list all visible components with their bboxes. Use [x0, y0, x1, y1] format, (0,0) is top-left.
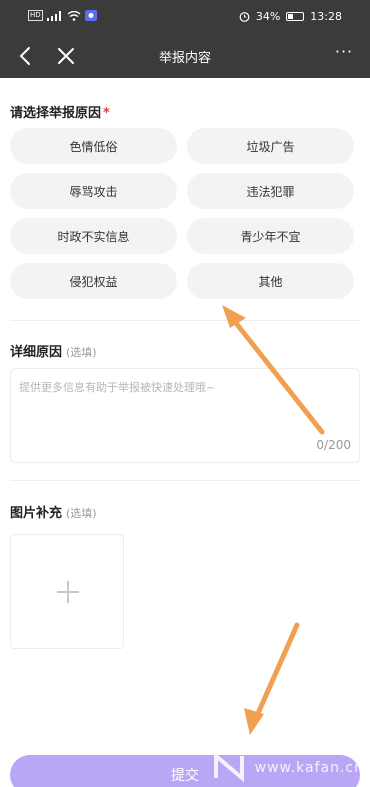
reason-option-abuse[interactable]: 辱骂攻击 — [10, 173, 177, 209]
reason-option-rights-infringement[interactable]: 侵犯权益 — [10, 263, 177, 299]
detail-section-title: 详细原因 (选填) — [10, 345, 97, 360]
page-title: 举报内容 — [158, 51, 211, 66]
battery-level-fill — [288, 14, 294, 19]
required-mark: * — [103, 106, 110, 121]
optional-hint: (选填) — [66, 507, 97, 520]
section-divider — [10, 480, 360, 481]
add-image-button[interactable] — [10, 534, 124, 649]
reason-options: 色情低俗 垃圾广告 辱骂攻击 违法犯罪 时政不实信息 青少年不宜 侵犯权益 其他 — [10, 128, 355, 299]
battery-icon — [286, 12, 305, 21]
battery-percent: 34% — [255, 10, 281, 23]
reason-option-porn[interactable]: 色情低俗 — [10, 128, 177, 164]
signal-icon — [46, 10, 61, 21]
reason-option-false-political-info[interactable]: 时政不实信息 — [10, 218, 177, 254]
clock: 13:28 — [310, 10, 342, 23]
textarea-placeholder: 提供更多信息有助于举报被快速处理哦~ — [19, 381, 216, 394]
app-notification-icon — [84, 10, 97, 21]
char-counter: 0/200 — [316, 438, 351, 452]
reason-option-spam[interactable]: 垃圾广告 — [187, 128, 354, 164]
watermark-text: www.kafan.cn — [254, 760, 364, 776]
annotation-arrow-down — [244, 622, 300, 735]
reason-option-illegal[interactable]: 违法犯罪 — [187, 173, 354, 209]
section-divider — [10, 320, 360, 321]
wifi-icon — [67, 10, 81, 21]
status-bar: HD 34% 13:28 — [0, 0, 370, 34]
detail-reason-textarea[interactable]: 提供更多信息有助于举报被快速处理哦~ 0/200 — [10, 368, 360, 463]
hd-indicator: HD — [28, 10, 43, 21]
optional-hint: (选填) — [66, 346, 97, 359]
reason-option-other[interactable]: 其他 — [187, 263, 354, 299]
watermark-logo — [214, 752, 244, 782]
top-nav-bar: 举报内容 ··· — [0, 34, 370, 78]
image-section-title: 图片补充 (选填) — [10, 506, 97, 521]
reason-section-title: 请选择举报原因 * — [10, 106, 110, 121]
alarm-icon — [239, 12, 250, 22]
reason-option-minors-unsuitable[interactable]: 青少年不宜 — [187, 218, 354, 254]
more-options-icon[interactable]: ··· — [330, 42, 358, 66]
